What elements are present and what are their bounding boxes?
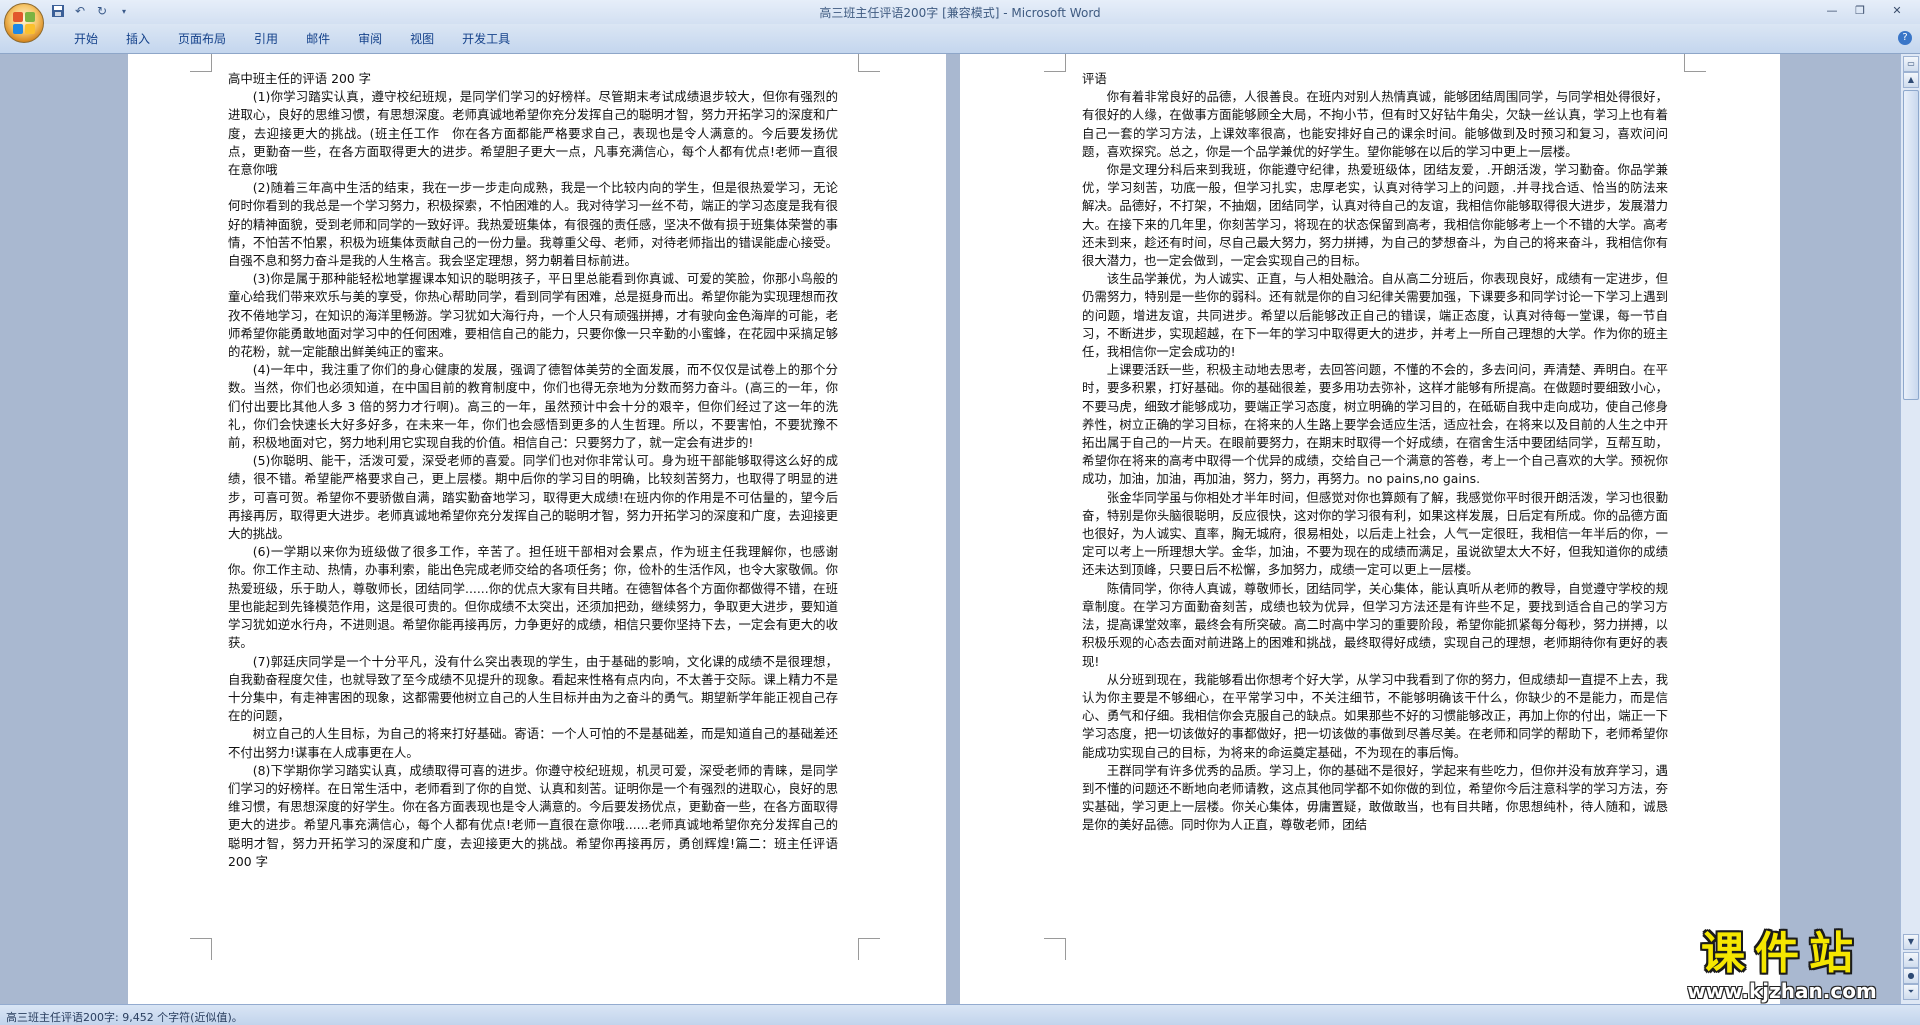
window-title: 高三班主任评语200字 [兼容模式] - Microsoft Word [819,6,1101,20]
paragraph: (2)随着三年高中生活的结束，我在一步一步走向成熟，我是一个比较内向的学生，但是… [228,180,838,269]
select-browse-object-icon[interactable]: ● [1903,968,1919,984]
watermark-url: www.kjzhan.com [1687,979,1877,1003]
office-logo-icon [13,12,35,34]
word-count-status[interactable]: 高三班主任评语200字: 9,452 个字符(近似值)。 [6,1009,243,1025]
tab-view[interactable]: 视图 [396,30,448,48]
tab-developer[interactable]: 开发工具 [448,30,524,48]
document-page-left[interactable]: 高中班主任的评语 200 字 (1)你学习踏实认真，遵守校纪班规，是同学们学习的… [128,54,946,1004]
window-controls: — ❐ ✕ [1818,0,1920,20]
scroll-thumb[interactable] [1903,90,1919,400]
help-icon[interactable]: ? [1898,31,1912,45]
tab-page-layout[interactable]: 页面布局 [164,30,240,48]
paragraph: 该生品学兼优，为人诚实、正直，与人相处融洽。自从高二分班后，你表现良好，成绩有一… [1082,271,1668,360]
document-heading: 评语 [1082,71,1107,86]
paragraph: (8)下学期你学习踏实认真，成绩取得可喜的进步。你遵守校纪班规，机灵可爱，深受老… [228,762,838,869]
paragraph: (1)你学习踏实认真，遵守校纪班规，是同学们学习的好榜样。尽管期末考试成绩退步较… [228,89,838,178]
tab-insert[interactable]: 插入 [112,30,164,48]
paragraph: 上课要活跃一些，积极主动地去思考，去回答问题，不懂的不会的，多去问问，弄清楚、弄… [1082,362,1668,487]
paragraph: (4)一年中，我注重了你们的身心健康的发展，强调了德智体美劳的全面发展，而不仅仅… [228,362,838,451]
paragraph: (5)你聪明、能干，活泼可爱，深受老师的喜爱。同学们也对你非常认可。身为班干部能… [228,453,838,542]
tab-mailings[interactable]: 邮件 [292,30,344,48]
tab-references[interactable]: 引用 [240,30,292,48]
vertical-scrollbar[interactable]: ▭ ▲ ▼ ⏶ ● ⏷ [1900,54,1920,1004]
crop-mark [1044,938,1066,960]
document-page-right[interactable]: 评语 你有着非常良好的品德，人很善良。在班内对别人热情真诚，能够团结周围同学，与… [960,54,1780,1004]
previous-page-icon[interactable]: ⏶ [1903,952,1919,968]
ribbon: 开始 插入 页面布局 引用 邮件 审阅 视图 开发工具 ? [0,24,1920,54]
tab-home[interactable]: 开始 [60,30,112,48]
minimize-icon[interactable]: — [1818,0,1846,20]
crop-mark [190,54,212,72]
document-area[interactable]: 高中班主任的评语 200 字 (1)你学习踏实认真，遵守校纪班规，是同学们学习的… [0,54,1900,1004]
ribbon-tabs: 开始 插入 页面布局 引用 邮件 审阅 视图 开发工具 [60,30,524,48]
paragraph: 陈倩同学，你待人真诚，尊敬师长，团结同学，关心集体，能认真听从老师的教导，自觉遵… [1082,580,1668,669]
page-text[interactable]: 高中班主任的评语 200 字 (1)你学习踏实认真，遵守校纪班规，是同学们学习的… [228,70,838,871]
maximize-icon[interactable]: ❐ [1846,0,1874,20]
paragraph: 你是文理分科后来到我班，你能遵守纪律，热爱班级体，团结友爱，.开朗活泼，学习勤奋… [1082,162,1668,269]
crop-mark [858,54,880,72]
crop-mark [190,938,212,960]
scroll-up-icon[interactable]: ▲ [1903,72,1919,88]
document-heading: 高中班主任的评语 200 字 [228,71,372,86]
page-text[interactable]: 评语 你有着非常良好的品德，人很善良。在班内对别人热情真诚，能够团结周围同学，与… [1082,70,1668,835]
paragraph: 树立自己的人生目标，为自己的将来打好基础。寄语：一个人可怕的不是基础差，而是知道… [228,726,838,760]
crop-mark [1684,54,1706,72]
watermark-brand: 课件站 [1701,928,1863,979]
paragraph: 你有着非常良好的品德，人很善良。在班内对别人热情真诚，能够团结周围同学，与同学相… [1082,89,1668,159]
crop-mark [858,938,880,960]
paragraph: (3)你是属于那种能轻松地掌握课本知识的聪明孩子，平日里总能看到你真诚、可爱的笑… [228,271,838,360]
paragraph: 王群同学有许多优秀的品质。学习上，你的基础不是很好，学起来有些吃力，但你并没有放… [1082,762,1668,833]
paragraph: 张金华同学虽与你相处才半年时间，但感觉对你也算颇有了解，我感觉你平时很开朗活泼，… [1082,489,1668,578]
tab-review[interactable]: 审阅 [344,30,396,48]
office-button[interactable] [4,3,44,43]
title-bar: ↶ ↻ ▾ 高三班主任评语200字 [兼容模式] - Microsoft Wor… [0,0,1920,43]
ruler-toggle-icon[interactable]: ▭ [1903,56,1919,72]
paragraph: (6)一学期以来你为班级做了很多工作，辛苦了。担任班干部相对会累点，作为班主任我… [228,544,838,651]
next-page-icon[interactable]: ⏷ [1903,984,1919,1000]
paragraph: 从分班到现在，我能够看出你想考个好大学，从学习中我看到了你的努力，但成绩却一直提… [1082,671,1668,760]
close-icon[interactable]: ✕ [1874,0,1920,20]
status-bar: 高三班主任评语200字: 9,452 个字符(近似值)。 [0,1004,1920,1025]
paragraph: (7)郭廷庆同学是一个十分平凡，没有什么突出表现的学生，由于基础的影响，文化课的… [228,653,838,724]
watermark-logo: 课件站 www.kjzhan.com [1662,928,1902,1002]
scroll-down-icon[interactable]: ▼ [1903,934,1919,950]
crop-mark [1044,54,1066,72]
